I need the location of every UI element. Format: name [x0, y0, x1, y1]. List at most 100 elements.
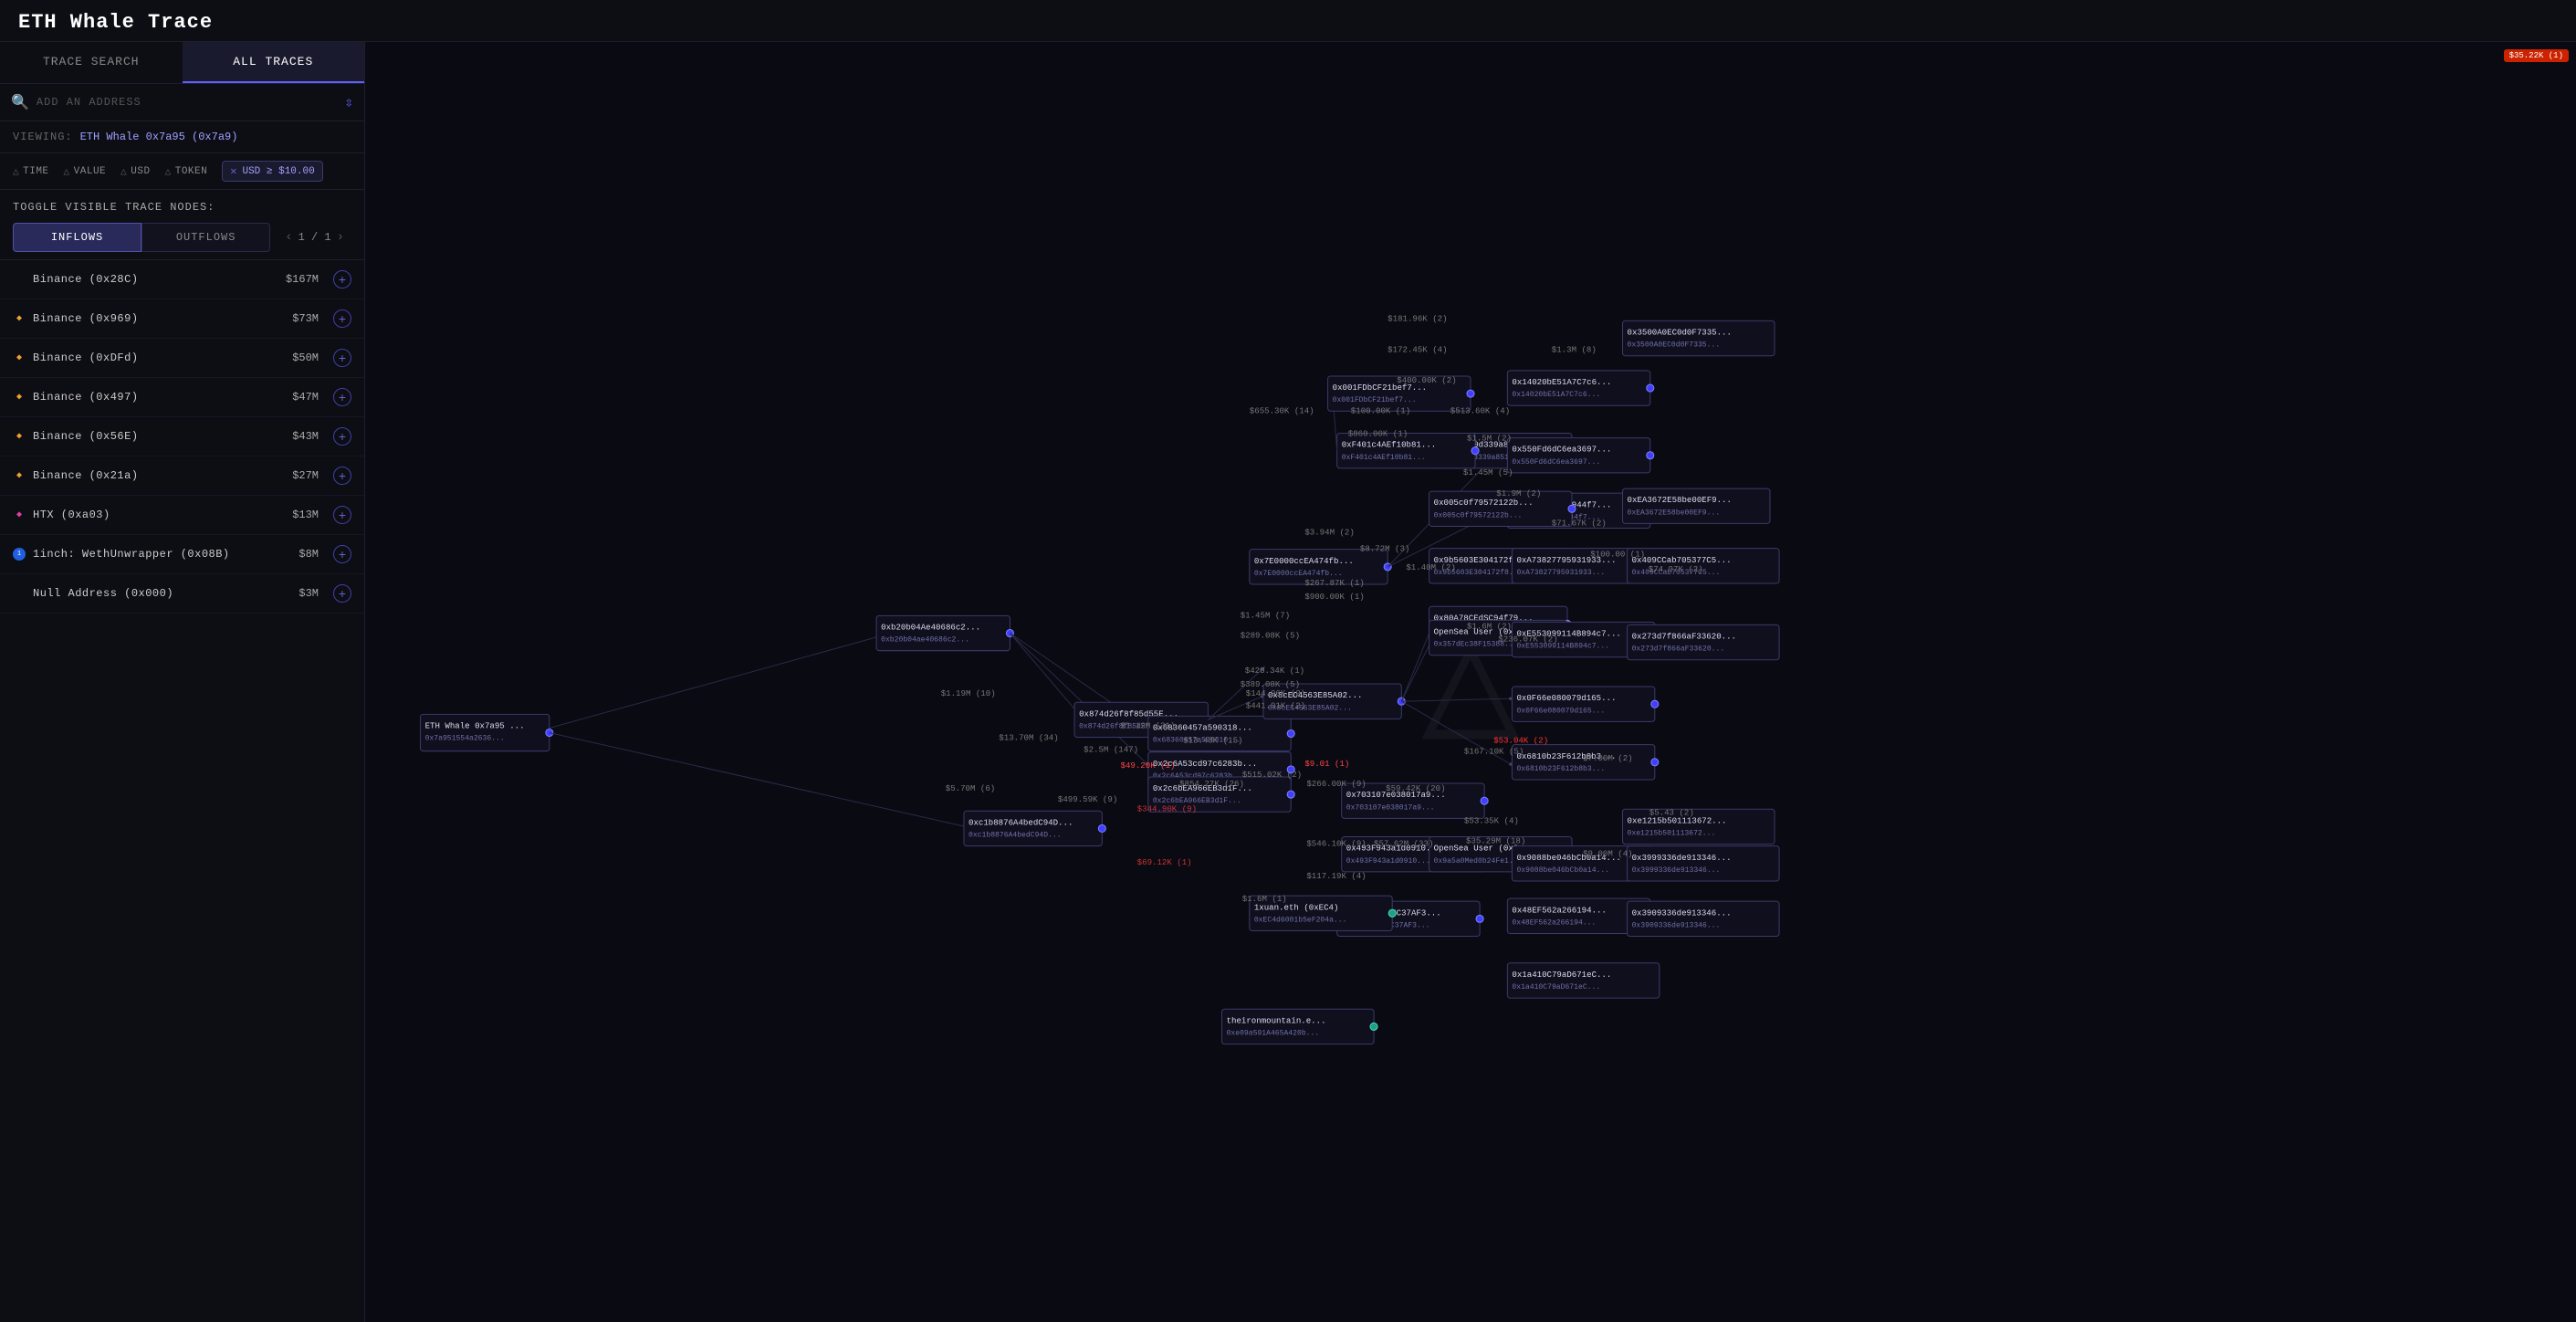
list-item[interactable]: ◆ Binance (0x21a) $27M + [0, 456, 364, 496]
list-item[interactable]: ◆ HTX (0xa03) $13M + [0, 496, 364, 535]
add-node-button[interactable]: + [333, 427, 351, 446]
tab-bar: TRACE SEARCH ALL TRACES [0, 42, 364, 84]
node-value: $8M [298, 548, 319, 561]
svg-text:0x9088be046bCb0a14...: 0x9088be046bCb0a14... [1516, 866, 1609, 875]
list-item[interactable]: ◆ Binance (0x969) $73M + [0, 299, 364, 339]
app-header: ETH Whale Trace [0, 0, 2576, 42]
svg-text:$53.04K (2): $53.04K (2) [1493, 736, 1548, 746]
diamond-icon: ◆ [13, 312, 26, 325]
node-value: $167M [286, 273, 319, 286]
diamond-icon: ◆ [13, 469, 26, 482]
svg-text:$5.43 (2): $5.43 (2) [1649, 807, 1694, 817]
next-page-button[interactable]: › [337, 230, 344, 245]
list-item[interactable]: 1 1inch: WethUnwrapper (0x08B) $8M + [0, 535, 364, 574]
svg-text:$1.40M (2): $1.40M (2) [1406, 562, 1455, 572]
svg-text:$546.10K (9): $546.10K (9) [1306, 839, 1366, 849]
svg-text:$389.08K (5): $389.08K (5) [1241, 679, 1300, 689]
node-value: $47M [292, 391, 319, 404]
svg-text:$344.90K (9): $344.90K (9) [1137, 803, 1197, 813]
svg-text:$1.6M (2): $1.6M (2) [1467, 621, 1512, 631]
add-node-button[interactable]: + [333, 388, 351, 406]
svg-text:$49.20K (1): $49.20K (1) [1121, 761, 1176, 771]
pagination: ‹ 1 / 1 › [277, 230, 351, 245]
svg-text:$420.34K (1): $420.34K (1) [1245, 666, 1304, 676]
filter-token-label: TOKEN [175, 166, 208, 177]
search-bar: 🔍 ⇳ [0, 84, 364, 121]
svg-text:0xb20b04ae40686c2...: 0xb20b04ae40686c2... [881, 636, 969, 645]
add-node-button[interactable]: + [333, 349, 351, 367]
svg-text:$69.12K (1): $69.12K (1) [1137, 857, 1192, 867]
tab-inflows[interactable]: INFLOWS [13, 223, 141, 252]
app-title: ETH Whale Trace [18, 11, 2558, 34]
tab-trace-search[interactable]: TRACE SEARCH [0, 42, 183, 83]
svg-text:$1.12M (31): $1.12M (31) [1121, 720, 1176, 730]
tab-outflows[interactable]: OUTFLOWS [141, 223, 270, 252]
svg-text:$5.70M (6): $5.70M (6) [946, 783, 995, 793]
viewing-value: ETH Whale 0x7a95 (0x7a9) [80, 131, 238, 143]
viewing-label: VIEWING: [13, 131, 73, 143]
svg-text:0x001FDbCF21bef7...: 0x001FDbCF21bef7... [1333, 396, 1417, 404]
svg-text:0x1a410C79aD671eC...: 0x1a410C79aD671eC... [1512, 970, 1611, 980]
filter-row: △ TIME △ VALUE △ USD △ TOKEN ✕ USD ≥ $10… [0, 153, 364, 190]
graph-area[interactable]: △ $35.22K (1) ETH Whale 0x7a95 ... 0x7a9… [365, 42, 2576, 1322]
node-name: HTX (0xa03) [33, 509, 285, 521]
search-icon: 🔍 [11, 93, 29, 111]
add-node-button[interactable]: + [333, 506, 351, 524]
node-value: $73M [292, 312, 319, 325]
node-name: Binance (0x497) [33, 391, 285, 404]
remove-filter-button[interactable]: ✕ [230, 164, 236, 178]
svg-text:$655.30K (14): $655.30K (14) [1250, 405, 1314, 415]
binance-icon [13, 273, 26, 286]
svg-text:$289.08K (5): $289.08K (5) [1241, 631, 1300, 641]
svg-text:$8.72M (3): $8.72M (3) [1360, 544, 1409, 554]
svg-text:0xEA3672E58be00EF9...: 0xEA3672E58be00EF9... [1628, 509, 1721, 517]
svg-text:0xEC4d6001b5eF204a...: 0xEC4d6001b5eF204a... [1254, 916, 1347, 924]
list-item[interactable]: ◆ Binance (0x497) $47M + [0, 378, 364, 417]
node-value: $3M [298, 587, 319, 600]
svg-text:0x273d7f866aF33620...: 0x273d7f866aF33620... [1632, 645, 1725, 654]
svg-text:$57.62M (33): $57.62M (33) [1374, 839, 1433, 849]
filter-time[interactable]: △ TIME [13, 165, 49, 178]
svg-text:0xF401c4AEf10b81...: 0xF401c4AEf10b81... [1342, 454, 1426, 462]
toggle-title: TOGGLE VISIBLE TRACE NODES: [13, 201, 351, 214]
value-icon: △ [64, 165, 70, 178]
svg-text:$513.60K (4): $513.60K (4) [1450, 405, 1510, 415]
svg-text:0x48EF562a266194...: 0x48EF562a266194... [1512, 905, 1607, 915]
node-name: Binance (0x28C) [33, 273, 278, 286]
svg-text:$35.29M (18): $35.29M (18) [1466, 836, 1525, 846]
node-value: $27M [292, 469, 319, 482]
filter-token[interactable]: △ TOKEN [165, 165, 208, 178]
search-input[interactable] [37, 96, 337, 109]
tab-all-traces[interactable]: ALL TRACES [183, 42, 365, 83]
add-node-button[interactable]: + [333, 584, 351, 603]
svg-text:0x493F943a1d0910...: 0x493F943a1d0910... [1346, 857, 1430, 866]
svg-text:0xc1b8876A4bedC94D...: 0xc1b8876A4bedC94D... [969, 817, 1073, 827]
add-node-button[interactable]: + [333, 270, 351, 289]
prev-page-button[interactable]: ‹ [285, 230, 292, 245]
io-tabs: INFLOWS OUTFLOWS [13, 223, 270, 252]
svg-text:$144.96K (2): $144.96K (2) [1246, 688, 1305, 698]
svg-text:0x3909336de913346...: 0x3909336de913346... [1632, 921, 1721, 929]
svg-text:0x6810b23F612b8b3...: 0x6810b23F612b8b3... [1516, 765, 1605, 773]
add-node-button[interactable]: + [333, 467, 351, 485]
graph-svg: ETH Whale 0x7a95 ... 0x7a951554a2636... … [365, 42, 2576, 1322]
filter-value[interactable]: △ VALUE [64, 165, 107, 178]
node-name: Binance (0xDFd) [33, 351, 285, 364]
add-node-button[interactable]: + [333, 310, 351, 328]
svg-text:0x7a951554a2636...: 0x7a951554a2636... [425, 735, 505, 743]
list-item[interactable]: Binance (0x28C) $167M + [0, 260, 364, 299]
time-icon: △ [13, 165, 19, 178]
list-item[interactable]: ◆ Binance (0xDFd) $50M + [0, 339, 364, 378]
svg-text:0x3999336de913346...: 0x3999336de913346... [1632, 866, 1721, 875]
svg-text:$1.9M (2): $1.9M (2) [1496, 488, 1541, 498]
node-name: 1inch: WethUnwrapper (0x08B) [33, 548, 291, 561]
list-item[interactable]: ◆ Binance (0x56E) $43M + [0, 417, 364, 456]
list-item[interactable]: Null Address (0x000) $3M + [0, 574, 364, 614]
svg-text:$74.97K (2): $74.97K (2) [1649, 564, 1703, 574]
svg-text:$1.19M (10): $1.19M (10) [941, 688, 996, 698]
svg-text:$3.94M (2): $3.94M (2) [1304, 528, 1354, 538]
filter-icon[interactable]: ⇳ [344, 93, 353, 111]
add-node-button[interactable]: + [333, 545, 351, 563]
filter-usd[interactable]: △ USD [120, 165, 150, 178]
svg-text:$860.00K (1): $860.00K (1) [1348, 429, 1408, 439]
